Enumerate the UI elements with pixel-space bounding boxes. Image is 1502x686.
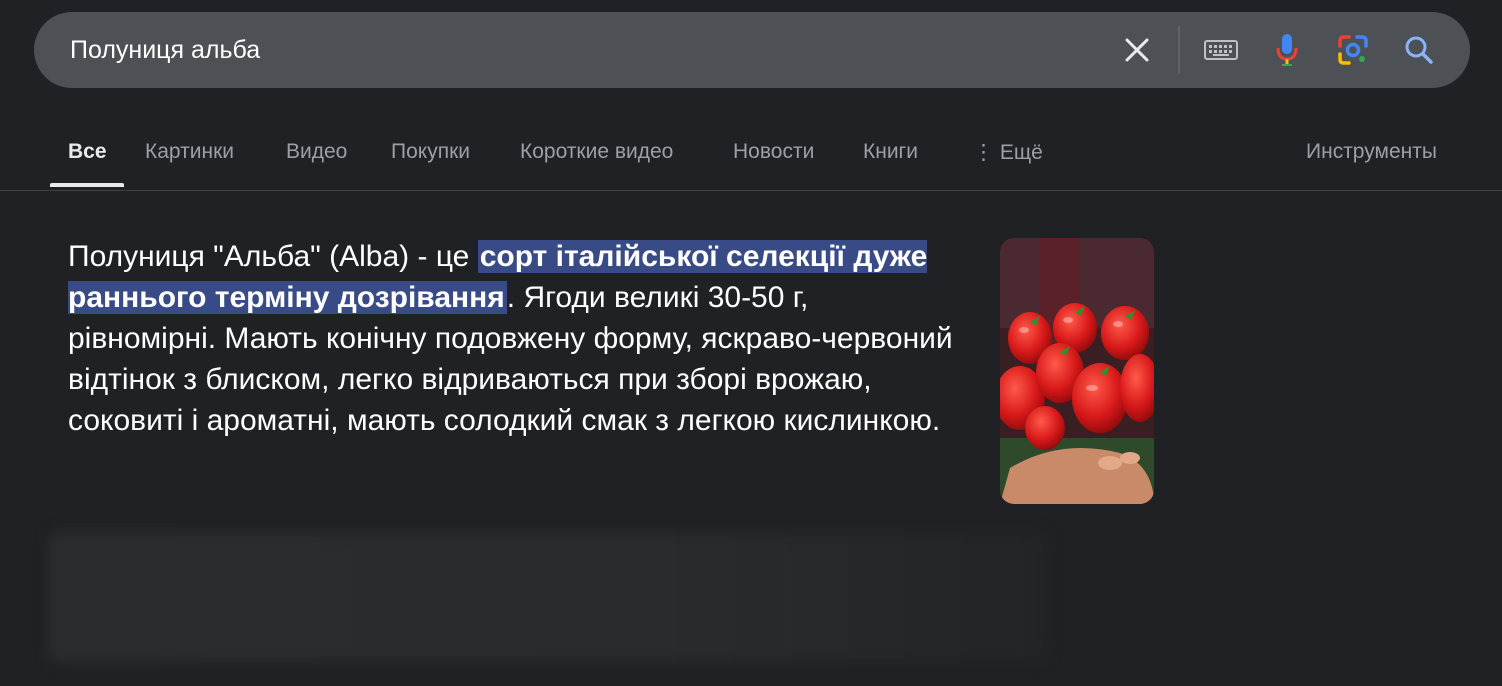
tab-videos[interactable]: Видео xyxy=(286,140,347,164)
tabs-divider xyxy=(0,190,1502,191)
tab-images[interactable]: Картинки xyxy=(145,140,234,164)
keyboard-icon[interactable] xyxy=(1200,31,1242,69)
searchbar-divider xyxy=(1178,26,1180,74)
search-input[interactable] xyxy=(70,12,1070,88)
microphone-icon[interactable] xyxy=(1268,31,1306,69)
tab-books[interactable]: Книги xyxy=(863,140,918,164)
strawberry-thumbnail[interactable] xyxy=(1000,238,1154,504)
search-results-page: Все Картинки Видео Покупки Короткие виде… xyxy=(0,0,1502,686)
snippet-text-before: Полуниця "Альба" (Alba) - це xyxy=(68,240,478,273)
search-bar xyxy=(34,12,1470,88)
search-tabs: Все Картинки Видео Покупки Короткие виде… xyxy=(0,120,1502,190)
search-icon[interactable] xyxy=(1400,31,1438,69)
tab-all[interactable]: Все xyxy=(68,140,107,164)
tab-short-videos[interactable]: Короткие видео xyxy=(520,140,673,164)
featured-snippet-text: Полуниця "Альба" (Alba) - це сорт італій… xyxy=(68,236,958,441)
tab-shopping[interactable]: Покупки xyxy=(391,140,470,164)
blurred-result-placeholder xyxy=(48,532,1048,662)
close-icon[interactable] xyxy=(1118,31,1156,69)
tab-news[interactable]: Новости xyxy=(733,140,814,164)
camera-lens-icon[interactable] xyxy=(1334,31,1372,69)
tab-more[interactable]: ⋮ Ещё xyxy=(973,140,1043,165)
tools-button[interactable]: Инструменты xyxy=(1306,140,1437,164)
active-tab-indicator xyxy=(50,183,124,187)
